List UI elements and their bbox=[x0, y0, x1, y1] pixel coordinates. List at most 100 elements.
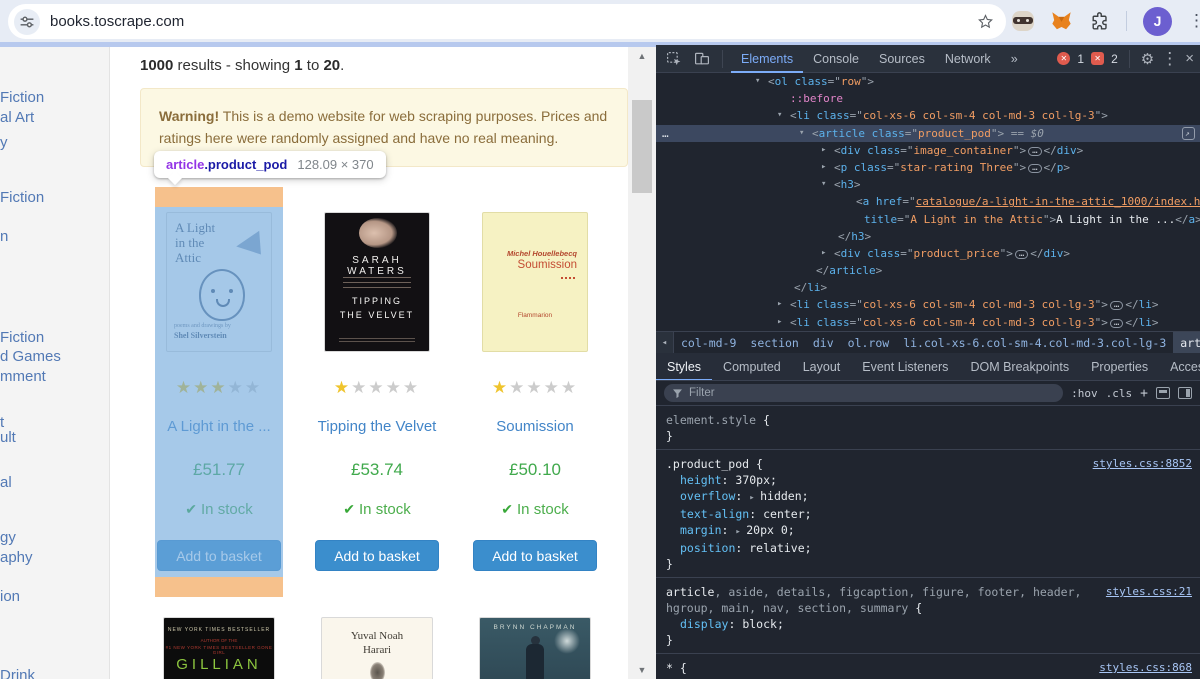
site-settings-icon[interactable] bbox=[14, 9, 40, 35]
sidebar-category-link[interactable]: ion bbox=[0, 588, 20, 605]
dom-tree-node[interactable]: ▾<article class="product_pod"> == $0… bbox=[656, 125, 1200, 142]
toggle-class-state[interactable]: .cls bbox=[1106, 387, 1133, 400]
sidebar-category-link[interactable]: Fiction bbox=[0, 329, 44, 346]
add-to-basket-button[interactable]: Add to basket bbox=[315, 540, 439, 571]
expand-arrow-icon[interactable]: ▸ bbox=[821, 159, 826, 176]
product-title-link[interactable]: Tipping the Velvet bbox=[313, 418, 441, 435]
address-bar[interactable]: books.toscrape.com bbox=[8, 4, 1006, 39]
collapsed-children-icon[interactable]: … bbox=[1015, 250, 1028, 259]
console-errors-icon[interactable]: ✕ bbox=[1057, 52, 1070, 65]
styles-tab-properties[interactable]: Properties bbox=[1080, 353, 1159, 381]
dom-tree-node[interactable]: title="A Light in the Attic">A Light in … bbox=[656, 211, 1200, 228]
sidebar-category-link[interactable]: al Art bbox=[0, 109, 34, 126]
url-text[interactable]: books.toscrape.com bbox=[50, 13, 977, 30]
sidebar-category-link[interactable]: n bbox=[0, 228, 8, 245]
book-cover-soumission[interactable]: Michel Houellebecq Soumission Flammarion bbox=[482, 212, 588, 352]
breadcrumb-scroll-left-icon[interactable]: ◂ bbox=[656, 332, 674, 354]
devtools-tab-elements[interactable]: Elements bbox=[731, 45, 803, 73]
breadcrumb-item[interactable]: article.product_pod bbox=[1173, 332, 1200, 354]
profile-avatar[interactable]: J bbox=[1143, 7, 1172, 36]
styles-tab-accessibility[interactable]: Accessibility bbox=[1159, 353, 1200, 381]
css-selector[interactable]: * bbox=[666, 661, 673, 675]
collapsed-children-icon[interactable]: … bbox=[1028, 164, 1041, 173]
devtools-tab-network[interactable]: Network bbox=[935, 45, 1001, 73]
sidebar-category-link[interactable]: y bbox=[0, 134, 8, 151]
book-cover-requiem-red[interactable]: BRYNN CHAPMAN bbox=[479, 617, 591, 679]
stylesheet-link[interactable]: styles.css:21 bbox=[1106, 584, 1192, 600]
breadcrumb-item[interactable]: li.col-xs-6.col-sm-4.col-md-3.col-lg-3 bbox=[896, 332, 1173, 354]
extension-ninja-icon[interactable] bbox=[1012, 11, 1034, 31]
sidebar-category-link[interactable]: gy bbox=[0, 529, 16, 546]
breadcrumb-item[interactable]: section bbox=[743, 332, 805, 354]
breadcrumb-item[interactable]: ol.row bbox=[841, 332, 897, 354]
product-title-link[interactable]: Soumission bbox=[471, 418, 599, 435]
devtools-close-icon[interactable]: × bbox=[1185, 50, 1194, 67]
expand-arrow-icon[interactable]: ▾ bbox=[777, 107, 782, 124]
dom-tree-node[interactable]: ▸<div class="product_price">…</div> bbox=[656, 245, 1200, 262]
dom-tree-node[interactable]: ▾<ol class="row"> bbox=[656, 73, 1200, 90]
styles-tab-layout[interactable]: Layout bbox=[792, 353, 852, 381]
css-selector[interactable]: , aside, details, figcaption, figure, fo… bbox=[666, 585, 1081, 615]
css-property[interactable]: text-align: center; bbox=[666, 506, 1190, 522]
stylesheet-link[interactable]: styles.css:868 bbox=[1099, 660, 1192, 676]
sidebar-category-link[interactable]: al bbox=[0, 474, 12, 491]
extension-metamask-icon[interactable] bbox=[1050, 10, 1073, 32]
css-property[interactable]: height: 370px; bbox=[666, 472, 1190, 488]
collapsed-children-icon[interactable]: … bbox=[1110, 319, 1123, 328]
expand-arrow-icon[interactable]: ▾ bbox=[799, 125, 804, 142]
devtools-tab-console[interactable]: Console bbox=[803, 45, 869, 73]
extensions-puzzle-icon[interactable] bbox=[1089, 11, 1110, 32]
scrollbar-thumb[interactable] bbox=[632, 100, 652, 193]
new-style-rule-icon[interactable]: + bbox=[1140, 386, 1148, 401]
collapsed-children-icon[interactable]: … bbox=[1110, 301, 1123, 310]
add-to-basket-button[interactable]: Add to basket bbox=[473, 540, 597, 571]
devtools-tab-sources[interactable]: Sources bbox=[869, 45, 935, 73]
expand-arrow-icon[interactable]: ▸ bbox=[777, 314, 782, 331]
css-selector[interactable]: .product_pod bbox=[666, 457, 749, 471]
book-cover-sharp-objects[interactable]: NEW YORK TIMES BESTSELLER AUTHOR OF THE … bbox=[163, 617, 275, 679]
dom-tree-node[interactable]: <a href="catalogue/a-light-in-the-attic_… bbox=[656, 193, 1200, 210]
book-cover-sapiens[interactable]: Yuval Noah Harari bbox=[321, 617, 433, 679]
scroll-up-arrow[interactable]: ▲ bbox=[628, 47, 656, 65]
css-selector[interactable]: article bbox=[666, 585, 714, 599]
css-property[interactable]: margin: ▸ 20px 0; bbox=[666, 522, 1190, 540]
devtools-tab-more[interactable]: » bbox=[1001, 45, 1028, 73]
page-scrollbar[interactable]: ▲ ▼ bbox=[628, 47, 656, 679]
dom-tree-node[interactable]: </h3> bbox=[656, 228, 1200, 245]
styles-tab-dom-breakpoints[interactable]: DOM Breakpoints bbox=[959, 353, 1080, 381]
browser-menu-icon[interactable]: ⋮ bbox=[1188, 11, 1200, 31]
node-more-actions-icon[interactable]: … bbox=[662, 125, 670, 142]
dom-tree-node[interactable]: ▾<li class="col-xs-6 col-sm-4 col-md-3 c… bbox=[656, 107, 1200, 124]
styles-tab-event-listeners[interactable]: Event Listeners bbox=[851, 353, 959, 381]
breadcrumb-item[interactable]: div bbox=[806, 332, 841, 354]
css-property[interactable]: display: block; bbox=[666, 616, 1190, 632]
scroll-down-arrow[interactable]: ▼ bbox=[628, 661, 656, 679]
styles-tab-computed[interactable]: Computed bbox=[712, 353, 792, 381]
toggle-computed-sidebar-icon[interactable] bbox=[1178, 387, 1192, 399]
toggle-hover-state[interactable]: :hov bbox=[1071, 387, 1098, 400]
issues-count[interactable]: 2 bbox=[1111, 52, 1118, 66]
dom-tree-node[interactable]: ▾<h3> bbox=[656, 176, 1200, 193]
sidebar-category-link[interactable]: Fiction bbox=[0, 89, 44, 106]
breadcrumb-item[interactable]: col-md-9 bbox=[674, 332, 743, 354]
dom-tree-node[interactable]: ▸<li class="col-xs-6 col-sm-4 col-md-3 c… bbox=[656, 296, 1200, 313]
css-selector[interactable]: element.style bbox=[666, 413, 756, 427]
console-errors-count[interactable]: 1 bbox=[1077, 52, 1084, 66]
css-property[interactable]: overflow: ▸ hidden; bbox=[666, 488, 1190, 506]
dom-tree-node[interactable]: ▸<li class="col-xs-6 col-sm-4 col-md-3 c… bbox=[656, 314, 1200, 331]
devtools-menu-icon[interactable]: ⋮ bbox=[1161, 49, 1178, 69]
bookmark-star-icon[interactable] bbox=[977, 13, 994, 30]
devtools-settings-icon[interactable]: ⚙ bbox=[1141, 50, 1154, 68]
expand-arrow-icon[interactable]: ▾ bbox=[821, 176, 826, 193]
expand-arrow-icon[interactable]: ▸ bbox=[821, 245, 826, 262]
sidebar-category-link[interactable]: Drink bbox=[0, 667, 35, 679]
styles-tab-styles[interactable]: Styles bbox=[656, 353, 712, 381]
sidebar-category-link[interactable]: ult bbox=[0, 429, 16, 446]
book-cover-tipping-the-velvet[interactable]: SARAH WATERS TIPPING THE VELVET bbox=[324, 212, 430, 352]
expand-arrow-icon[interactable]: ▸ bbox=[777, 296, 782, 313]
sidebar-category-link[interactable]: Fiction bbox=[0, 189, 44, 206]
scroll-into-view-badge-icon[interactable] bbox=[1182, 127, 1195, 140]
dom-tree-node[interactable]: </li> bbox=[656, 279, 1200, 296]
dom-tree-node[interactable]: ▸<div class="image_container">…</div> bbox=[656, 142, 1200, 159]
collapsed-children-icon[interactable]: … bbox=[1028, 147, 1041, 156]
